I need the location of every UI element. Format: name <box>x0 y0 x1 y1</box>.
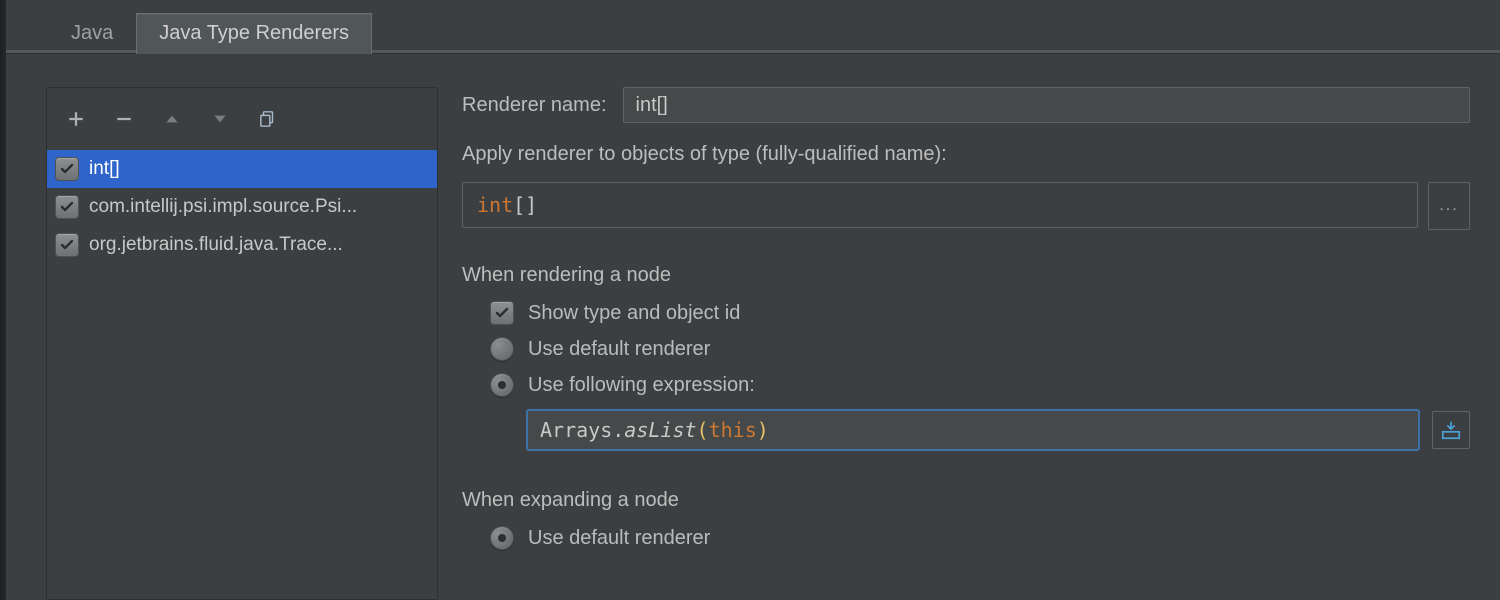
type-keyword: int <box>477 193 513 217</box>
renderer-list-toolbar <box>47 88 437 150</box>
expand-expression-button[interactable] <box>1432 411 1470 449</box>
renderer-list-panel: int[] com.intellij.psi.impl.source.Psi..… <box>46 87 438 600</box>
checkbox-icon[interactable] <box>490 301 514 325</box>
radio-icon[interactable] <box>490 526 514 550</box>
list-item-label: org.jetbrains.fluid.java.Trace... <box>89 234 343 256</box>
renderer-list[interactable]: int[] com.intellij.psi.impl.source.Psi..… <box>47 150 437 599</box>
expr-class: Arrays. <box>540 418 624 442</box>
show-type-label: Show type and object id <box>528 302 740 325</box>
apply-type-input[interactable]: int[] <box>462 182 1418 228</box>
browse-type-button[interactable]: ... <box>1428 182 1470 230</box>
move-down-icon[interactable] <box>209 108 231 130</box>
type-rest: [] <box>513 193 537 217</box>
expand-section-label: When expanding a node <box>462 489 1470 512</box>
tabstrip: Java Java Type Renderers <box>6 0 1500 54</box>
expand-default-label: Use default renderer <box>528 527 710 550</box>
renderer-name-input[interactable] <box>623 87 1470 123</box>
list-item[interactable]: com.intellij.psi.impl.source.Psi... <box>47 188 437 226</box>
remove-icon[interactable] <box>113 108 135 130</box>
add-icon[interactable] <box>65 108 87 130</box>
renderer-name-label: Renderer name: <box>462 94 607 117</box>
list-item[interactable]: org.jetbrains.fluid.java.Trace... <box>47 226 437 264</box>
list-item-label: int[] <box>89 158 120 180</box>
render-expression-input[interactable]: Arrays.asList(this) <box>526 409 1420 451</box>
list-item[interactable]: int[] <box>47 150 437 188</box>
render-expression-label: Use following expression: <box>528 374 755 397</box>
expr-close: ) <box>757 418 769 442</box>
radio-icon[interactable] <box>490 373 514 397</box>
render-section-label: When rendering a node <box>462 264 1470 287</box>
expr-open: ( <box>697 418 709 442</box>
render-default-radio[interactable]: Use default renderer <box>490 337 1470 361</box>
expand-default-radio[interactable]: Use default renderer <box>490 526 1470 550</box>
render-default-label: Use default renderer <box>528 338 710 361</box>
checkbox-icon[interactable] <box>55 195 79 219</box>
renderer-form: Renderer name: Apply renderer to objects… <box>462 87 1470 600</box>
show-type-checkbox-row[interactable]: Show type and object id <box>490 301 1470 325</box>
copy-icon[interactable] <box>257 108 279 130</box>
render-expression-radio[interactable]: Use following expression: <box>490 373 1470 397</box>
move-up-icon[interactable] <box>161 108 183 130</box>
expr-method: asList <box>624 418 696 442</box>
list-item-label: com.intellij.psi.impl.source.Psi... <box>89 196 357 218</box>
tab-java-type-renderers[interactable]: Java Type Renderers <box>136 13 372 54</box>
tab-java[interactable]: Java <box>48 13 136 54</box>
checkbox-icon[interactable] <box>55 233 79 257</box>
apply-type-label: Apply renderer to objects of type (fully… <box>462 143 1470 166</box>
radio-icon[interactable] <box>490 337 514 361</box>
expr-arg: this <box>709 418 757 442</box>
checkbox-icon[interactable] <box>55 157 79 181</box>
